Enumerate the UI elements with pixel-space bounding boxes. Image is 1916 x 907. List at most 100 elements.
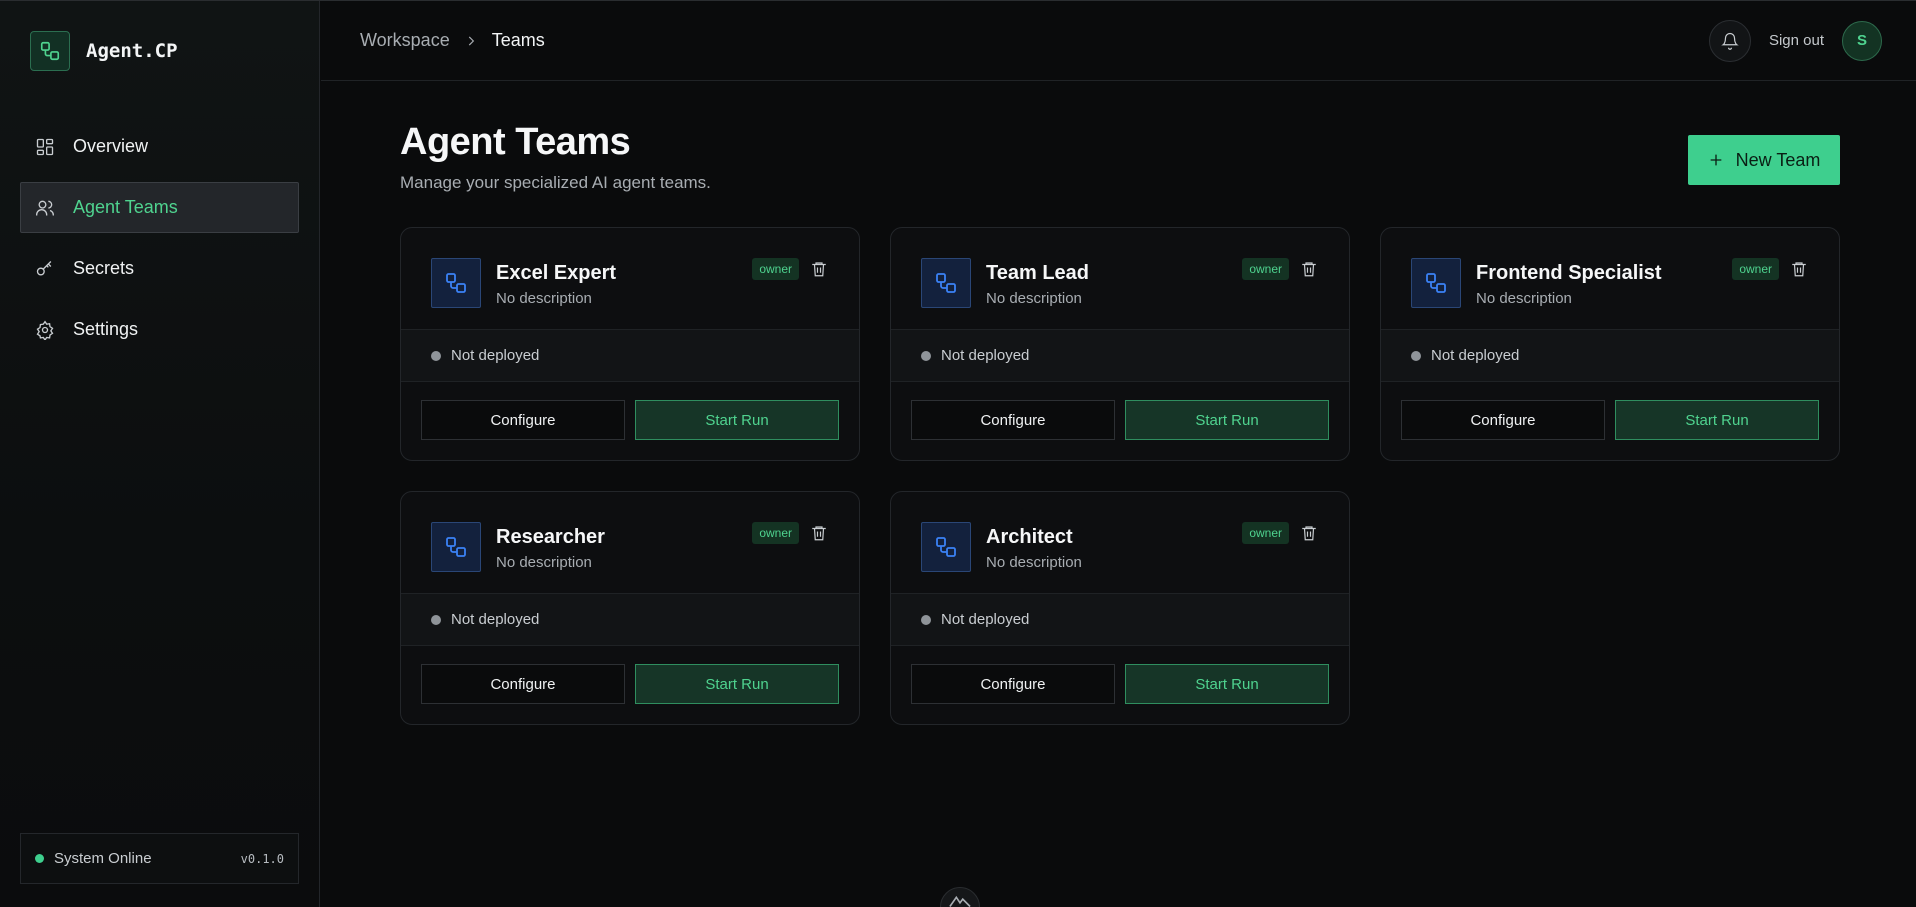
workflow-icon xyxy=(431,258,481,308)
notifications-button[interactable] xyxy=(1708,19,1751,62)
delete-team-button[interactable] xyxy=(809,259,829,279)
team-card-header: Team Lead No description owner xyxy=(891,228,1349,330)
sidebar-item-secrets[interactable]: Secrets xyxy=(20,243,299,294)
new-team-button[interactable]: New Team xyxy=(1688,135,1840,185)
trash-icon xyxy=(1792,262,1806,277)
team-description: No description xyxy=(986,554,1082,571)
deploy-status-label: Not deployed xyxy=(1431,347,1520,364)
users-icon xyxy=(36,200,54,215)
deploy-status: Not deployed xyxy=(891,594,1349,646)
start-run-button[interactable]: Start Run xyxy=(635,664,839,704)
page-title: Agent Teams xyxy=(400,121,631,163)
sidebar-item-overview[interactable]: Overview xyxy=(20,121,299,172)
team-card-actions: Configure Start Run xyxy=(1401,400,1819,440)
team-description: No description xyxy=(496,554,592,571)
mountain-logo-icon[interactable] xyxy=(940,887,980,907)
team-name: Frontend Specialist xyxy=(1476,262,1662,284)
app-root: Agent.CP Overview Agent Teams Secrets Se… xyxy=(0,0,1916,907)
status-label: System Online xyxy=(54,850,152,867)
workflow-icon xyxy=(921,258,971,308)
key-icon xyxy=(36,260,52,275)
team-description: No description xyxy=(986,290,1082,307)
deploy-status: Not deployed xyxy=(1381,330,1839,382)
sidebar-item-settings[interactable]: Settings xyxy=(20,304,299,355)
team-name: Team Lead xyxy=(986,262,1089,284)
team-description: No description xyxy=(1476,290,1572,307)
trash-icon xyxy=(1302,262,1316,277)
team-card-actions: Configure Start Run xyxy=(911,664,1329,704)
role-badge: owner xyxy=(1732,258,1779,280)
status-dot xyxy=(921,614,931,625)
delete-team-button[interactable] xyxy=(1299,523,1319,543)
delete-team-button[interactable] xyxy=(809,523,829,543)
trash-icon xyxy=(812,262,826,277)
role-badge: owner xyxy=(1242,258,1289,280)
sidebar-nav: Overview Agent Teams Secrets Settings xyxy=(20,121,299,365)
new-team-label: New Team xyxy=(1735,149,1821,170)
role-badge: owner xyxy=(752,258,799,280)
page-subtitle: Manage your specialized AI agent teams. xyxy=(400,173,711,192)
delete-team-button[interactable] xyxy=(1789,259,1809,279)
sidebar-item-agent-teams[interactable]: Agent Teams xyxy=(20,182,299,233)
trash-icon xyxy=(1302,526,1316,541)
team-card-actions: Configure Start Run xyxy=(911,400,1329,440)
team-card-actions: Configure Start Run xyxy=(421,664,839,704)
team-name: Excel Expert xyxy=(496,262,617,284)
deploy-status-label: Not deployed xyxy=(941,611,1030,628)
workflow-icon xyxy=(921,522,971,572)
deploy-status: Not deployed xyxy=(891,330,1349,382)
sidebar: Agent.CP Overview Agent Teams Secrets Se… xyxy=(0,1,320,907)
trash-icon xyxy=(812,526,826,541)
deploy-status-label: Not deployed xyxy=(941,347,1030,364)
workflow-icon xyxy=(30,31,70,71)
sidebar-item-label: Secrets xyxy=(73,258,135,278)
version-label: v0.1.0 xyxy=(240,851,284,866)
plus-icon xyxy=(1710,154,1721,166)
team-name: Researcher xyxy=(496,526,605,548)
team-card-actions: Configure Start Run xyxy=(421,400,839,440)
configure-button[interactable]: Configure xyxy=(911,400,1115,440)
grid-icon xyxy=(36,138,54,155)
configure-button[interactable]: Configure xyxy=(911,664,1115,704)
team-card: Team Lead No description owner Not deplo… xyxy=(890,227,1350,461)
team-card: Excel Expert No description owner Not de… xyxy=(400,227,860,461)
team-card: Frontend Specialist No description owner… xyxy=(1380,227,1840,461)
role-badge: owner xyxy=(1242,522,1289,544)
sign-out-link[interactable]: Sign out xyxy=(1769,32,1824,49)
brand[interactable]: Agent.CP xyxy=(30,31,178,71)
deploy-status: Not deployed xyxy=(401,594,859,646)
team-card: Architect No description owner Not deplo… xyxy=(890,491,1350,725)
start-run-button[interactable]: Start Run xyxy=(1615,400,1819,440)
delete-team-button[interactable] xyxy=(1299,259,1319,279)
configure-button[interactable]: Configure xyxy=(421,400,625,440)
breadcrumb: Workspace Teams xyxy=(360,30,545,51)
team-card-header: Excel Expert No description owner xyxy=(401,228,859,330)
status-dot xyxy=(1411,350,1421,361)
team-name: Architect xyxy=(986,526,1073,548)
system-status: System Online v0.1.0 xyxy=(20,833,299,884)
breadcrumb-workspace[interactable]: Workspace xyxy=(360,30,450,51)
status-dot xyxy=(431,350,441,361)
sidebar-item-label: Settings xyxy=(73,319,139,339)
topbar-actions: Sign out S xyxy=(1708,19,1882,62)
topbar: Workspace Teams Sign out S xyxy=(321,1,1916,81)
workflow-icon xyxy=(431,522,481,572)
deploy-status: Not deployed xyxy=(401,330,859,382)
brand-name: Agent.CP xyxy=(86,40,178,62)
chevron-right-icon xyxy=(468,36,474,45)
status-indicator: System Online xyxy=(35,850,152,867)
status-dot xyxy=(35,854,44,863)
bell-icon xyxy=(1721,32,1739,50)
gear-icon xyxy=(36,319,54,340)
team-card: Researcher No description owner Not depl… xyxy=(400,491,860,725)
start-run-button[interactable]: Start Run xyxy=(1125,400,1329,440)
start-run-button[interactable]: Start Run xyxy=(1125,664,1329,704)
configure-button[interactable]: Configure xyxy=(1401,400,1605,440)
configure-button[interactable]: Configure xyxy=(421,664,625,704)
team-description: No description xyxy=(496,290,592,307)
breadcrumb-teams: Teams xyxy=(491,30,545,50)
start-run-button[interactable]: Start Run xyxy=(635,400,839,440)
team-card-header: Architect No description owner xyxy=(891,492,1349,594)
deploy-status-label: Not deployed xyxy=(451,611,540,628)
avatar[interactable]: S xyxy=(1842,20,1882,61)
